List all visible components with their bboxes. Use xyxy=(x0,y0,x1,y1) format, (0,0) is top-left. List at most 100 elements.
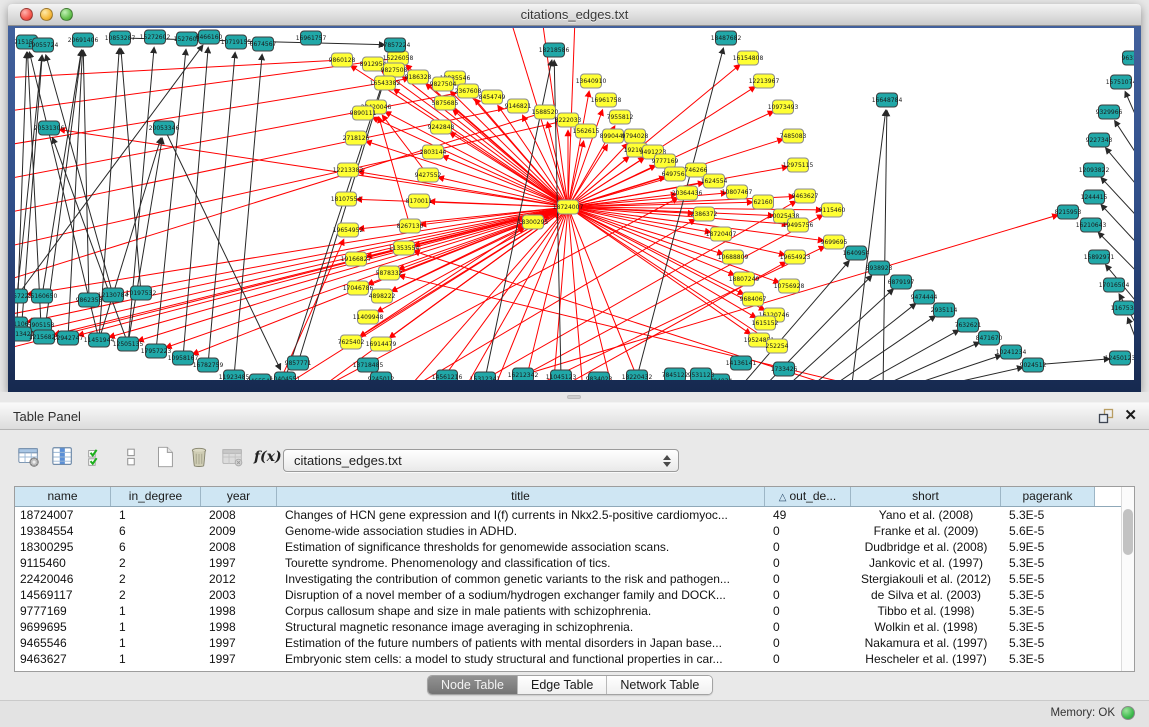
table-cell[interactable]: 1 xyxy=(111,635,201,651)
table-cell[interactable]: 1 xyxy=(111,507,201,523)
table-cell[interactable]: Wolkin et al. (1998) xyxy=(851,619,1001,635)
table-cell[interactable]: 0 xyxy=(765,651,851,667)
table-row[interactable]: 969969511998Structural magnetic resonanc… xyxy=(15,619,1134,635)
table-row[interactable]: 946554611997Estimation of the future num… xyxy=(15,635,1134,651)
table-cell[interactable]: Stergiakouli et al. (2012) xyxy=(851,571,1001,587)
table-cell[interactable]: 2008 xyxy=(201,507,277,523)
table-cell[interactable]: 0 xyxy=(765,539,851,555)
table-cell[interactable]: 1997 xyxy=(201,651,277,667)
table-row[interactable]: 1872400712008Changes of HCN gene express… xyxy=(15,507,1134,523)
graph-edge[interactable] xyxy=(17,46,202,296)
graph-edge[interactable] xyxy=(1125,92,1134,137)
graph-edge[interactable] xyxy=(208,53,235,365)
table-cell[interactable]: 19384554 xyxy=(15,523,111,539)
close-panel-icon[interactable]: ✕ xyxy=(1124,408,1137,424)
float-panel-icon[interactable] xyxy=(1098,408,1114,424)
graph-node[interactable]: 9827508 xyxy=(381,63,408,77)
column-header-out_de[interactable]: △out_de... xyxy=(765,487,851,506)
graph-node[interactable]: 12942747 xyxy=(53,331,84,345)
graph-edge[interactable] xyxy=(379,118,410,226)
graph-node[interactable]: 1244415 xyxy=(1081,190,1108,204)
graph-node[interactable]: 9115460 xyxy=(819,203,846,217)
table-cell[interactable]: 0 xyxy=(765,555,851,571)
graph-node[interactable]: 18218586 xyxy=(539,43,570,57)
graph-node[interactable]: 10807467 xyxy=(722,185,753,199)
graph-edge[interactable] xyxy=(53,138,128,344)
table-cell[interactable]: Franke et al. (2009) xyxy=(851,523,1001,539)
splitter-grip-icon[interactable] xyxy=(567,395,581,399)
graph-node[interactable]: 8170011 xyxy=(406,194,433,208)
table-cell[interactable]: 5.3E-5 xyxy=(1001,603,1095,619)
graph-edge[interactable] xyxy=(28,207,568,322)
graph-node[interactable]: 9827504 xyxy=(430,77,457,91)
graph-edge[interactable] xyxy=(883,111,887,380)
new-column-button[interactable] xyxy=(152,444,178,470)
graph-node[interactable]: 16648784 xyxy=(872,93,903,107)
table-cell[interactable]: 5.3E-5 xyxy=(1001,651,1095,667)
minimize-window-button[interactable] xyxy=(40,8,53,21)
table-cell[interactable]: 9115460 xyxy=(15,555,111,571)
column-header-title[interactable]: title xyxy=(277,487,765,506)
column-header-short[interactable]: short xyxy=(851,487,1001,506)
table-cell[interactable]: 2003 xyxy=(201,587,277,603)
graph-edge[interactable] xyxy=(366,141,568,207)
table-cell[interactable]: 1 xyxy=(111,603,201,619)
graph-node[interactable]: 252254 xyxy=(766,339,789,353)
graph-node[interactable]: 12505135 xyxy=(113,337,144,351)
graph-node[interactable]: 2386372 xyxy=(691,207,718,221)
graph-node[interactable]: 12093822 xyxy=(1079,163,1110,177)
table-cell[interactable]: 5.9E-5 xyxy=(1001,539,1095,555)
graph-node[interactable]: 10241234 xyxy=(996,345,1027,359)
table-cell[interactable]: Tibbo et al. (1998) xyxy=(851,603,1001,619)
table-cell[interactable]: 0 xyxy=(765,587,851,603)
graph-node[interactable]: 62160 xyxy=(753,195,774,209)
graph-node[interactable]: 9329966 xyxy=(1096,105,1123,119)
graph-edge[interactable] xyxy=(913,367,1022,380)
graph-node[interactable]: 1167534 xyxy=(1111,301,1134,315)
panel-splitter[interactable] xyxy=(0,392,1149,402)
graph-node[interactable]: 18220432 xyxy=(622,370,653,380)
graph-node[interactable]: 11045123 xyxy=(546,370,577,380)
delete-table-button-disabled[interactable] xyxy=(220,444,246,470)
graph-node[interactable]: 9684067 xyxy=(740,292,767,306)
table-cell[interactable]: 0 xyxy=(765,603,851,619)
graph-node[interactable]: 12213967 xyxy=(749,74,780,88)
column-header-year[interactable]: year xyxy=(201,487,277,506)
graph-node[interactable]: 8454749 xyxy=(479,90,506,104)
table-cell[interactable]: 18724007 xyxy=(15,507,111,523)
table-row[interactable]: 977716911998Corpus callosum shape and si… xyxy=(15,603,1134,619)
graph-node[interactable]: 11353554 xyxy=(389,241,420,255)
table-row[interactable]: 946362711997Embryonic stem cells: a mode… xyxy=(15,651,1134,667)
graph-node[interactable]: 10404551 xyxy=(270,372,301,380)
graph-node[interactable]: 9699695 xyxy=(821,235,848,249)
memory-ok-indicator-icon[interactable] xyxy=(1121,706,1135,720)
graph-node[interactable]: 6879197 xyxy=(888,275,915,289)
table-cell[interactable]: 9699695 xyxy=(15,619,111,635)
graph-node[interactable]: 15272602 xyxy=(140,30,171,44)
graph-node[interactable]: 19654952 xyxy=(333,223,364,237)
graph-edge[interactable] xyxy=(450,133,568,207)
graph-node[interactable]: 18487682 xyxy=(711,31,742,45)
graph-node[interactable]: 9474444 xyxy=(911,290,938,304)
graph-node[interactable]: 13718485 xyxy=(353,358,384,372)
table-cell[interactable]: 5.5E-5 xyxy=(1001,571,1095,587)
close-window-button[interactable] xyxy=(20,8,33,21)
graph-node[interactable]: 7632621 xyxy=(955,318,982,332)
graph-node[interactable]: 7625402 xyxy=(338,335,365,349)
graph-node[interactable]: 9860128 xyxy=(329,53,356,67)
graph-edge[interactable] xyxy=(15,60,342,78)
table-cell[interactable]: Yano et al. (2008) xyxy=(851,507,1001,523)
graph-node[interactable]: 18724007 xyxy=(553,200,584,214)
graph-node[interactable]: 2803144 xyxy=(420,145,447,159)
graph-node[interactable]: 20691406 xyxy=(68,33,99,47)
table-row[interactable]: 2242004622012Investigating the contribut… xyxy=(15,571,1134,587)
tab-node-table[interactable]: Node Table xyxy=(428,676,518,694)
table-cell[interactable]: 9465546 xyxy=(15,635,111,651)
table-cell[interactable]: 2012 xyxy=(201,571,277,587)
table-row[interactable]: 1456911722003Disruption of a novel membe… xyxy=(15,587,1134,603)
graph-node[interactable]: 7485083 xyxy=(780,129,807,143)
table-cell[interactable]: Estimation of significance thresholds fo… xyxy=(277,539,765,555)
table-cell[interactable]: 5.3E-5 xyxy=(1001,507,1095,523)
graph-node[interactable]: 8938923 xyxy=(866,261,893,275)
graph-node[interactable]: 15892971 xyxy=(1084,250,1115,264)
